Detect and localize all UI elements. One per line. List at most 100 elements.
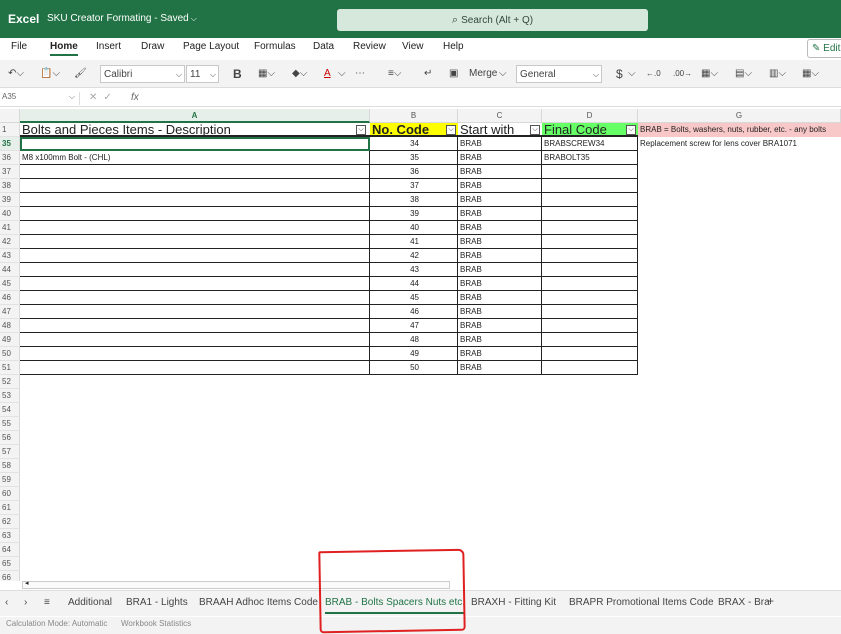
cell-note[interactable] [638, 277, 841, 291]
cell-no-code[interactable]: 34 [370, 137, 458, 151]
row-header[interactable]: 1 [0, 123, 20, 137]
cell-start-with[interactable]: BRAB [458, 235, 542, 249]
menu-home[interactable]: Home [50, 41, 78, 56]
cell-no-code[interactable]: 39 [370, 207, 458, 221]
cell-start-with[interactable]: BRAB [458, 263, 542, 277]
currency-button[interactable]: $ [616, 65, 623, 83]
cell-no-code[interactable]: 42 [370, 249, 458, 263]
cell-description[interactable] [20, 361, 370, 375]
menu-help[interactable]: Help [443, 41, 464, 52]
insert-cells-icon[interactable]: ▦⌵ [802, 65, 819, 83]
row-header[interactable]: 54 [0, 403, 20, 417]
cell-final-code[interactable] [542, 263, 638, 277]
column-header-b[interactable]: B [370, 109, 458, 123]
row-header[interactable]: 65 [0, 557, 20, 571]
row-header[interactable]: 66 [0, 571, 20, 581]
menu-review[interactable]: Review [353, 41, 386, 52]
cell-start-with[interactable]: BRAB [458, 305, 542, 319]
tab-brapr-promotional[interactable]: BRAPR Promotional Items Code [569, 597, 714, 608]
next-sheet-icon[interactable]: › [24, 597, 27, 608]
row-header[interactable]: 46 [0, 291, 20, 305]
cell-description[interactable] [20, 249, 370, 263]
cell-no-code[interactable]: 35 [370, 151, 458, 165]
cell-final-code[interactable] [542, 165, 638, 179]
format-painter-icon[interactable]: 🖌 [74, 65, 87, 83]
cell-note[interactable] [638, 263, 841, 277]
row-header[interactable]: 57 [0, 445, 20, 459]
document-title[interactable]: SKU Creator Formating - Saved ⌵ [47, 13, 197, 24]
cell-description[interactable] [20, 277, 370, 291]
format-table-icon[interactable]: ▤⌵ [735, 65, 752, 83]
column-header-g[interactable]: G [638, 109, 841, 123]
row-header[interactable]: 37 [0, 165, 20, 179]
cell-start-with[interactable]: BRAB [458, 347, 542, 361]
cell-no-code[interactable]: 45 [370, 291, 458, 305]
menu-view[interactable]: View [402, 41, 424, 52]
menu-data[interactable]: Data [313, 41, 334, 52]
cell-final-code[interactable] [542, 221, 638, 235]
align-icon[interactable]: ≡⌵ [388, 65, 401, 83]
cell-note[interactable] [638, 207, 841, 221]
cell-no-code[interactable]: 50 [370, 361, 458, 375]
cell-description[interactable] [20, 221, 370, 235]
cell-description[interactable] [20, 207, 370, 221]
row-header[interactable]: 38 [0, 179, 20, 193]
filter-dropdown-icon[interactable]: ⌵ [530, 125, 540, 135]
menu-draw[interactable]: Draw [141, 41, 164, 52]
cell-description[interactable]: M8 x100mm Bolt - (CHL) [20, 151, 370, 165]
cell-final-code[interactable]: BRABSCREW34 [542, 137, 638, 151]
row-header[interactable]: 42 [0, 235, 20, 249]
edit-button[interactable]: ✎ Edit [807, 39, 841, 58]
cell-no-code[interactable]: 49 [370, 347, 458, 361]
cell-description[interactable] [20, 319, 370, 333]
cell-final-code[interactable] [542, 193, 638, 207]
row-header[interactable]: 53 [0, 389, 20, 403]
cell-final-code[interactable] [542, 277, 638, 291]
cell-start-with[interactable]: BRAB [458, 221, 542, 235]
cell-no-code[interactable]: 43 [370, 263, 458, 277]
name-box[interactable]: A35 ⌵ [2, 92, 80, 105]
more-options-icon[interactable]: ⋯ [355, 65, 365, 83]
tab-additional[interactable]: Additional [68, 597, 112, 608]
tab-braxh-fitting-kit[interactable]: BRAXH - Fitting Kit [471, 597, 556, 608]
cell-start-with[interactable]: BRAB [458, 333, 542, 347]
cell-description[interactable] [20, 291, 370, 305]
row-header[interactable]: 40 [0, 207, 20, 221]
cell-description[interactable] [20, 179, 370, 193]
cell-final-code[interactable] [542, 333, 638, 347]
row-header[interactable]: 43 [0, 249, 20, 263]
font-name-select[interactable]: Calibri ⌵ [100, 65, 185, 83]
row-header[interactable]: 58 [0, 459, 20, 473]
cell-no-code[interactable]: 48 [370, 333, 458, 347]
menu-formulas[interactable]: Formulas [254, 41, 296, 52]
row-header[interactable]: 60 [0, 487, 20, 501]
row-header[interactable]: 36 [0, 151, 20, 165]
cell-note[interactable] [638, 179, 841, 193]
wrap-text-icon[interactable]: ↵ [424, 65, 432, 83]
fill-color-icon[interactable]: ◆⌵ [292, 65, 307, 83]
cell-final-code[interactable] [542, 291, 638, 305]
cell-start-with[interactable]: BRAB [458, 137, 542, 151]
header-cell-final-code[interactable]: Final Code [542, 123, 638, 137]
menu-insert[interactable]: Insert [96, 41, 121, 52]
cell-note[interactable] [638, 319, 841, 333]
cell-note[interactable] [638, 151, 841, 165]
cell-start-with[interactable]: BRAB [458, 165, 542, 179]
cell-start-with[interactable]: BRAB [458, 207, 542, 221]
cell-final-code[interactable] [542, 305, 638, 319]
cell-no-code[interactable]: 47 [370, 319, 458, 333]
cell-no-code[interactable]: 38 [370, 193, 458, 207]
cell-no-code[interactable]: 36 [370, 165, 458, 179]
cell-description[interactable] [20, 193, 370, 207]
search-box[interactable]: ⌕ Search (Alt + Q) [337, 9, 648, 31]
cell-description[interactable] [20, 165, 370, 179]
cell-no-code[interactable]: 37 [370, 179, 458, 193]
note-cell-brab[interactable]: BRAB = Bolts, washers, nuts, rubber, etc… [638, 123, 841, 137]
function-icon[interactable]: fx [131, 92, 139, 103]
cell-note[interactable] [638, 347, 841, 361]
bold-button[interactable]: B [233, 65, 242, 83]
row-header[interactable]: 45 [0, 277, 20, 291]
undo-icon[interactable]: ↶⌵ [8, 65, 24, 83]
header-cell-description[interactable]: Bolts and Pieces Items - Description [20, 123, 370, 137]
cell-no-code[interactable]: 44 [370, 277, 458, 291]
